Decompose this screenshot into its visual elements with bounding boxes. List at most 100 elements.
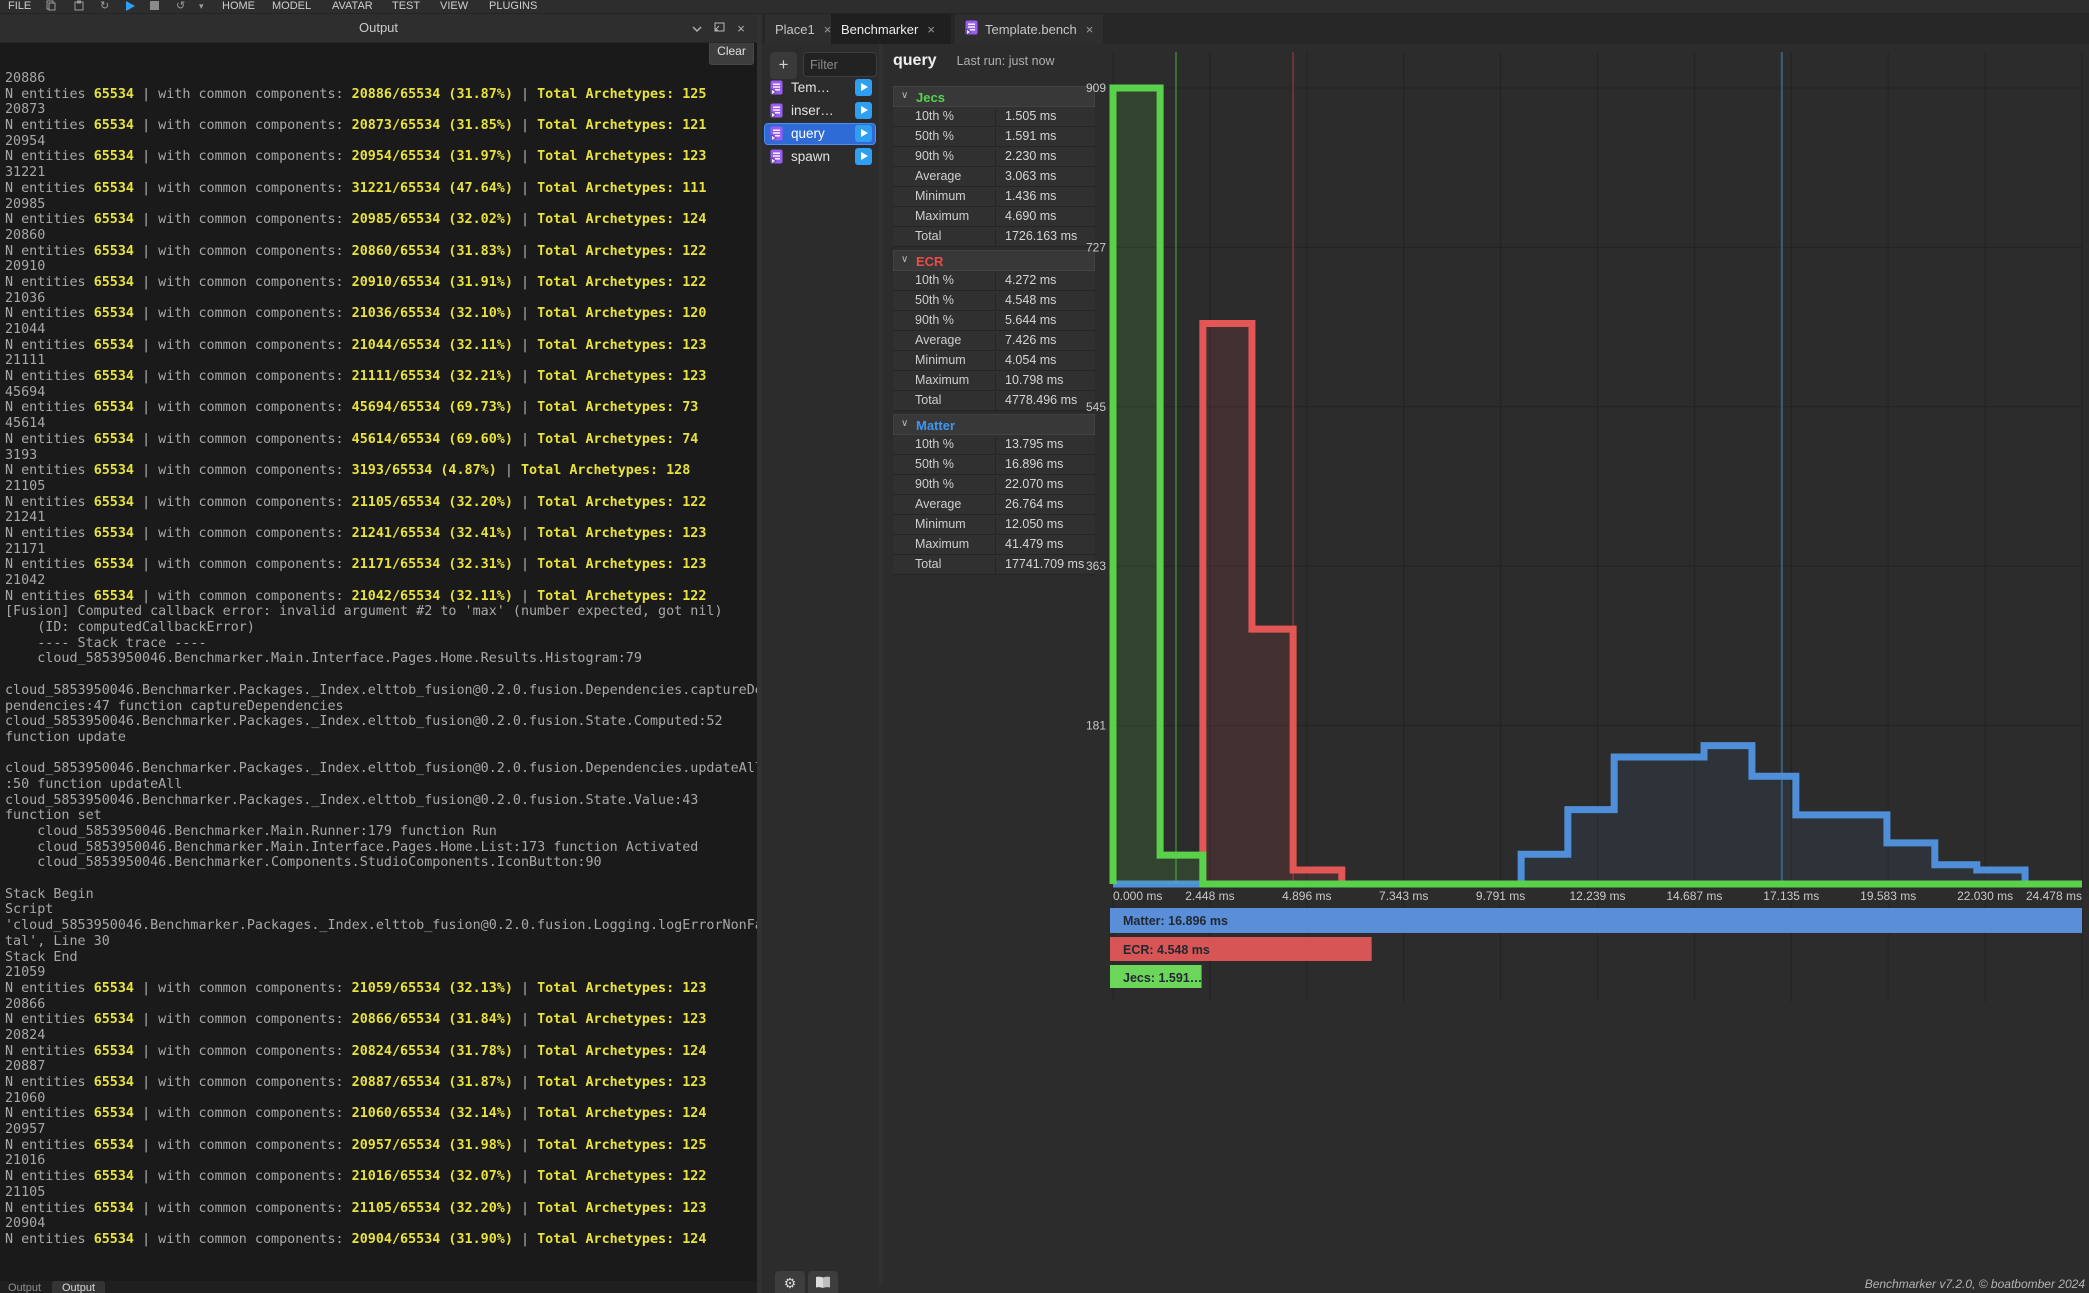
undo-icon[interactable]: ↺ [176,0,185,13]
menu-view[interactable]: VIEW [440,0,468,13]
stop-button[interactable] [150,1,159,14]
top-toolbar: FILE ↻ ↺ ▾ HOME MODEL AVATAR TEST VIEW PLUGIN… [0,0,2089,13]
benchmark-name: Tem… [791,80,830,95]
run-benchmark-button[interactable] [855,125,872,142]
run-benchmark-button[interactable] [855,79,872,96]
chevron-down-icon[interactable]: ∨ [901,254,908,265]
log-line: N entities 65534 | with common component… [5,589,757,605]
sidebar-item-spawn[interactable]: spawn [765,147,875,167]
stats-row-label: 10th % [915,437,954,451]
stats-row: 90th %2.230 ms [893,147,1095,167]
log-line: N entities 65534 | with common component… [5,432,757,448]
result-header: query Last run: just now [893,52,1055,70]
legend-label-matter: Matter: 16.896 ms [1123,914,1228,928]
menu-file[interactable]: FILE [8,0,31,13]
benchmark-name: inser… [791,103,834,118]
menu-avatar[interactable]: AVATAR [332,0,373,13]
log-line: 21171 [5,542,757,558]
log-line: 20886 [5,71,757,87]
benchmark-name: spawn [791,149,830,164]
stats-row-value: 13.795 ms [995,437,1063,454]
log-line: 21059 [5,965,757,981]
log-line: 20957 [5,1122,757,1138]
stats-row-value: 1.591 ms [995,129,1056,146]
log-line: 21111 [5,353,757,369]
stats-row: Total4778.496 ms [893,391,1095,411]
menu-test[interactable]: TEST [392,0,420,13]
stats-section-header-jecs[interactable]: ∨Jecs [893,86,1095,107]
log-line: N entities 65534 | with common component… [5,400,757,416]
log-line: 31221 [5,165,757,181]
stats-row-label: Average [915,169,961,183]
log-line: N entities 65534 | with common component… [5,87,757,103]
stats-row-value: 7.426 ms [995,333,1056,350]
log-line: 20904 [5,1216,757,1232]
stats-row-label: 90th % [915,313,954,327]
sidebar-item-inser[interactable]: inser… [765,101,875,121]
script-icon [965,20,978,38]
close-icon[interactable]: × [733,21,749,37]
stats-row-label: Maximum [915,209,969,223]
stats-row-label: Total [915,393,941,407]
copy-icon[interactable] [46,0,56,13]
chevron-down-icon[interactable]: ∨ [901,90,908,101]
menu-home[interactable]: HOME [222,0,255,13]
stats-row-label: Minimum [915,353,966,367]
stats-row-label: 50th % [915,293,954,307]
tab-template-bench[interactable]: Template.bench× [955,14,1103,44]
chevron-down-icon[interactable]: ∨ [901,418,908,429]
add-benchmark-button[interactable]: + [770,52,797,79]
stats-row-label: Minimum [915,189,966,203]
log-line: ---- Stack trace ---- [5,636,757,652]
stats-row-label: 90th % [915,149,954,163]
stats-row-label: Average [915,333,961,347]
stats-row-value: 4.548 ms [995,293,1056,310]
run-benchmark-button[interactable] [855,148,872,165]
popout-icon[interactable] [711,21,727,37]
redo-icon[interactable]: ↻ [100,0,109,13]
log-line: 20954 [5,134,757,150]
benchmark-histogram-chart: 9097275453631810.000 ms2.448 ms4.896 ms7… [1080,44,2089,1049]
legend-bar-matter[interactable] [1110,908,2082,933]
output-panel-titlebar[interactable]: Output × [0,14,757,43]
collapse-chevron-icon[interactable] [689,21,705,37]
stats-section-header-ecr[interactable]: ∨ECR [893,250,1095,271]
x-axis-tick-label: 2.448 ms [1185,889,1234,903]
x-axis-tick-label: 12.239 ms [1569,889,1625,903]
sidebar-item-Tem[interactable]: Tem… [765,78,875,98]
list-scrollbar[interactable] [879,44,883,1284]
dropdown-caret-icon[interactable]: ▾ [199,0,204,13]
tab-close-icon[interactable]: × [927,22,935,37]
legend-label-jecs: Jecs: 1.591… [1123,971,1202,985]
log-line: N entities 65534 | with common component… [5,557,757,573]
stats-row: 50th %16.896 ms [893,455,1095,475]
script-icon [770,126,783,146]
stats-section-header-matter[interactable]: ∨Matter [893,414,1095,435]
output-console[interactable]: Clear 20886N entities 65534 | with commo… [0,43,757,1281]
log-line: 20866 [5,997,757,1013]
clear-button[interactable]: Clear [709,43,754,65]
log-line: N entities 65534 | with common component… [5,981,757,997]
play-button[interactable] [126,1,135,14]
stats-row: Total17741.709 ms [893,555,1095,575]
paste-icon[interactable] [74,0,84,13]
run-benchmark-button[interactable] [855,102,872,119]
stats-row-label: Minimum [915,517,966,531]
tab-place1[interactable]: Place1× [765,14,841,44]
log-line [5,667,757,683]
menu-plugins[interactable]: PLUGINS [489,0,537,13]
sidebar-item-query[interactable]: query [765,124,875,144]
log-line: 21016 [5,1153,757,1169]
stats-row: Maximum10.798 ms [893,371,1095,391]
tab-benchmarker[interactable]: Benchmarker× [831,14,951,44]
stats-row-label: 10th % [915,109,954,123]
menu-model[interactable]: MODEL [272,0,311,13]
stats-row-value: 41.479 ms [995,537,1063,554]
log-line: cloud_5853950046.Benchmarker.Packages._I… [5,793,757,809]
log-line: 20887 [5,1059,757,1075]
stats-row: Minimum12.050 ms [893,515,1095,535]
log-line: N entities 65534 | with common component… [5,149,757,165]
filter-input[interactable] [803,52,877,77]
stats-row: Maximum4.690 ms [893,207,1095,227]
tab-close-icon[interactable]: × [1086,22,1094,37]
